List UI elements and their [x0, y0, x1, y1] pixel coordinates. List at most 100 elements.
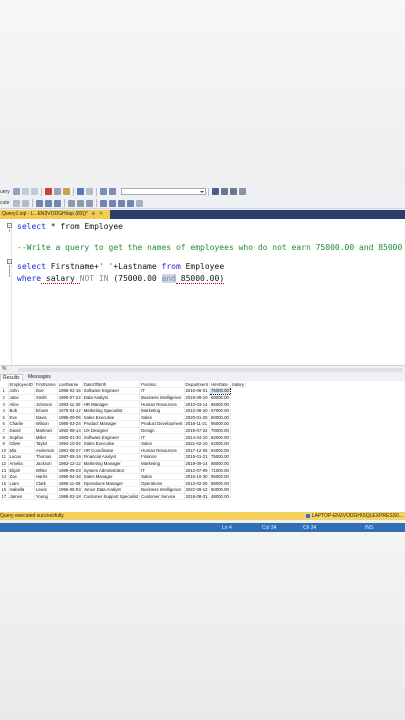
table-cell[interactable]: 1990-07-22 — [57, 394, 83, 402]
table-row[interactable]: 13 Elijah White 1989-09-23 System Administra… — [0, 466, 246, 474]
row-number[interactable]: 3 — [0, 400, 9, 408]
row-number[interactable]: 4 — [0, 407, 9, 415]
table-cell[interactable]: Amelia — [8, 460, 35, 468]
table-cell[interactable]: 1981-08-27 — [57, 446, 83, 455]
table-cell[interactable]: Sales Executive — [82, 440, 141, 448]
table-cell[interactable]: 48000.00 — [209, 493, 231, 501]
column-header[interactable]: DateOfBirth — [82, 381, 141, 389]
table-cell[interactable]: 75000.00 — [208, 387, 231, 395]
row-number[interactable]: 9 — [0, 440, 9, 448]
close-icon[interactable]: ✕ — [99, 211, 103, 217]
table-cell[interactable]: Anderson — [34, 446, 58, 455]
sql-editor[interactable]: − − select * from Employee --Write a que… — [0, 219, 405, 365]
table-cell[interactable]: 2015-01-21 — [184, 453, 210, 461]
table-cell[interactable]: 50000.00 — [209, 486, 231, 494]
toolbar-button-icon[interactable] — [86, 199, 93, 207]
toolbar-button-icon[interactable] — [45, 199, 52, 207]
table-cell[interactable]: Bob — [8, 407, 35, 415]
table-cell[interactable]: 2015-09-10 — [184, 394, 210, 402]
table-cell[interactable]: Software Engineer — [82, 387, 141, 395]
table-cell[interactable]: David — [8, 427, 35, 435]
table-cell[interactable]: Miller — [34, 433, 58, 441]
table-cell[interactable]: Sales — [139, 440, 185, 448]
column-header[interactable]: LastName — [57, 381, 83, 389]
table-cell[interactable]: 1980-03-24 — [57, 420, 83, 428]
cut-icon[interactable] — [45, 188, 52, 195]
toolbar-button-icon[interactable] — [13, 199, 20, 207]
table-cell[interactable]: 1989-02-18 — [57, 493, 83, 501]
table-cell[interactable]: Elijah — [8, 466, 35, 474]
table-cell[interactable]: 1983-11-30 — [57, 400, 83, 408]
table-cell[interactable]: Jackson — [34, 460, 58, 468]
table-cell[interactable]: Product Development — [139, 420, 185, 428]
table-cell[interactable]: Wilson — [34, 420, 58, 428]
table-cell[interactable]: Eve — [8, 413, 35, 422]
table-cell[interactable]: Johnson — [34, 400, 58, 408]
row-number[interactable]: 10 — [0, 446, 9, 455]
table-cell[interactable]: 2022-09-12 — [184, 486, 210, 494]
row-number[interactable]: 12 — [0, 460, 9, 468]
table-cell[interactable]: 54000.00 — [209, 446, 231, 455]
table-cell[interactable]: Business Intelligence — [139, 486, 185, 494]
table-cell[interactable]: 85000.00 — [209, 400, 231, 408]
table-row[interactable]: 8 Sophia Miller 1983-01-30 Software Engineer… — [0, 433, 246, 441]
table-row[interactable]: 9 Oliver Taylor 1994-10-02 Sales Executive Sa… — [0, 440, 246, 448]
table-cell[interactable]: HR Coordinator — [82, 446, 141, 455]
table-cell[interactable]: Thomas — [34, 453, 58, 461]
table-cell[interactable]: Business Intelligence — [139, 394, 185, 402]
table-row[interactable]: 16 Isabella Lewis 1996-05-03 Junior Data Ana… — [0, 486, 246, 494]
table-cell[interactable]: Sales Manager — [82, 473, 141, 481]
table-row[interactable]: 17 James Young 1989-02-18 Customer Support S… — [0, 493, 246, 501]
table-cell[interactable]: 60000.00 — [209, 413, 231, 422]
table-cell[interactable]: Jane — [8, 394, 35, 402]
toolbar-button-icon[interactable] — [100, 188, 107, 195]
toolbar-button-icon[interactable] — [22, 188, 29, 195]
table-cell[interactable]: 2020-01-25 — [184, 413, 210, 422]
uncomment-icon[interactable] — [109, 199, 116, 207]
table-cell[interactable]: Brown — [34, 407, 58, 415]
table-cell[interactable]: Customer Service — [139, 493, 185, 501]
table-cell[interactable]: IT — [139, 466, 185, 474]
table-cell[interactable]: Taylor — [34, 440, 58, 448]
row-number[interactable]: 8 — [0, 433, 9, 441]
row-number[interactable]: 13 — [0, 466, 9, 474]
table-cell[interactable]: Mia — [8, 446, 35, 455]
table-cell[interactable]: Operations — [139, 479, 185, 487]
outdent-icon[interactable] — [127, 199, 134, 207]
table-cell[interactable]: Marketing — [139, 460, 185, 468]
table-cell[interactable]: 2013-02-25 — [184, 479, 210, 487]
row-number[interactable]: 16 — [0, 486, 9, 494]
column-header[interactable]: Salary — [230, 381, 247, 389]
table-cell[interactable]: 75000.00 — [209, 453, 231, 461]
table-cell[interactable]: Sales — [139, 473, 185, 481]
table-cell[interactable]: 1983-12-12 — [57, 460, 83, 468]
comment-icon[interactable] — [100, 199, 107, 207]
table-cell[interactable]: Martinez — [34, 427, 58, 435]
toolbar-button-icon[interactable] — [36, 199, 43, 207]
table-cell[interactable]: Software Engineer — [82, 433, 141, 441]
row-number[interactable]: 7 — [0, 427, 9, 435]
table-cell[interactable]: 62000.00 — [209, 440, 231, 448]
table-cell[interactable]: 2010-03-14 — [184, 400, 210, 408]
table-cell[interactable]: 1987-05-19 — [57, 453, 83, 461]
table-cell[interactable]: Marketing Specialist — [82, 407, 141, 415]
indent-icon[interactable] — [118, 199, 125, 207]
column-header[interactable]: HireDate — [209, 381, 231, 389]
table-cell[interactable]: 2017-12-05 — [184, 446, 210, 455]
table-cell[interactable]: 2018-08-31 — [184, 493, 210, 501]
column-header[interactable]: Position — [139, 381, 185, 389]
table-cell[interactable]: Charlie — [8, 420, 35, 428]
table-cell[interactable]: 1995-09-05 — [57, 413, 83, 422]
table-cell[interactable]: Davis — [34, 413, 58, 422]
paste-icon[interactable] — [63, 188, 70, 195]
table-cell[interactable]: 2019-09-14 — [184, 460, 210, 468]
table-row[interactable]: 15 Liam Clark 1985-11-09 Operations Manager O… — [0, 479, 246, 487]
table-cell[interactable]: 88000.00 — [209, 460, 231, 468]
undo-icon[interactable] — [77, 188, 84, 195]
table-cell[interactable]: White — [34, 466, 58, 474]
table-cell[interactable]: Design — [139, 427, 185, 435]
table-cell[interactable]: Marketing Manager — [82, 460, 141, 468]
table-cell[interactable]: Lewis — [34, 486, 58, 494]
table-cell[interactable]: 68000.00 — [209, 394, 231, 402]
table-cell[interactable]: Alice — [8, 400, 35, 408]
